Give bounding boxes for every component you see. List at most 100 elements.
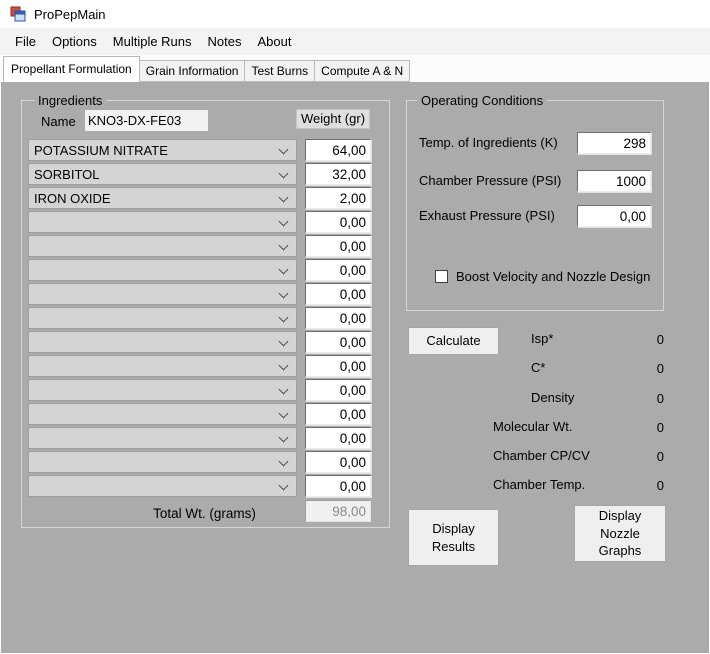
ingredient-name: IRON OXIDE xyxy=(29,191,111,206)
operating-field-input[interactable] xyxy=(577,132,651,154)
ingredient-row: IRON OXIDE xyxy=(28,187,377,209)
result-row: Chamber CP/CV 0 xyxy=(408,448,664,468)
ingredient-combobox[interactable] xyxy=(28,259,297,281)
result-label: Molecular Wt. xyxy=(493,419,572,434)
chevron-down-icon xyxy=(279,482,287,490)
ingredient-row: SORBITOL xyxy=(28,163,377,185)
result-row: C* 0 xyxy=(408,360,664,380)
weight-input[interactable] xyxy=(305,139,371,161)
tab[interactable]: Grain Information xyxy=(139,60,246,82)
chevron-down-icon xyxy=(279,218,287,226)
ingredient-row xyxy=(28,403,377,425)
operating-conditions-groupbox: Operating Conditions Temp. of Ingredient… xyxy=(406,100,664,311)
operating-fields: Temp. of Ingredients (K) Chamber Pressur… xyxy=(419,132,651,227)
ingredient-row xyxy=(28,331,377,353)
chevron-down-icon xyxy=(279,410,287,418)
ingredient-row xyxy=(28,259,377,281)
result-label: Density xyxy=(531,390,574,405)
weight-input[interactable] xyxy=(305,259,371,281)
result-row: Chamber Temp. 0 xyxy=(408,477,664,497)
chevron-down-icon xyxy=(279,434,287,442)
weight-input[interactable] xyxy=(305,379,371,401)
result-value: 0 xyxy=(657,420,664,435)
chevron-down-icon xyxy=(279,290,287,298)
total-weight-value xyxy=(305,500,371,522)
result-value: 0 xyxy=(657,361,664,376)
tab-strip: Propellant Formulation Grain Information… xyxy=(0,55,710,82)
propellant-formulation-page: Ingredients Name Weight (gr) POTASSIUM N… xyxy=(1,82,709,653)
operating-field-row: Chamber Pressure (PSI) xyxy=(419,170,651,192)
ingredients-groupbox: Ingredients Name Weight (gr) POTASSIUM N… xyxy=(21,100,390,528)
ingredient-combobox[interactable] xyxy=(28,307,297,329)
ingredient-name: SORBITOL xyxy=(29,167,100,182)
result-label: Chamber Temp. xyxy=(493,477,585,492)
chevron-down-icon xyxy=(279,266,287,274)
chevron-down-icon xyxy=(279,314,287,322)
ingredient-row: POTASSIUM NITRATE xyxy=(28,139,377,161)
display-nozzle-graphs-button[interactable]: Display Nozzle Graphs xyxy=(574,505,666,562)
tab[interactable]: Test Burns xyxy=(244,60,315,82)
boost-velocity-checkbox[interactable] xyxy=(435,270,448,283)
ingredient-combobox[interactable]: IRON OXIDE xyxy=(28,187,297,209)
ingredient-combobox[interactable] xyxy=(28,475,297,497)
result-label: C* xyxy=(531,360,545,375)
results-panel: Isp* 0 C* 0 Density 0 Molecular Wt. 0 xyxy=(408,331,664,507)
weight-input[interactable] xyxy=(305,283,371,305)
weight-input[interactable] xyxy=(305,355,371,377)
ingredient-combobox[interactable]: POTASSIUM NITRATE xyxy=(28,139,297,161)
ingredient-combobox[interactable]: SORBITOL xyxy=(28,163,297,185)
chevron-down-icon xyxy=(279,242,287,250)
ingredient-combobox[interactable] xyxy=(28,235,297,257)
weight-input[interactable] xyxy=(305,163,371,185)
chevron-down-icon xyxy=(279,362,287,370)
ingredient-name: POTASSIUM NITRATE xyxy=(29,143,168,158)
ingredient-combobox[interactable] xyxy=(28,211,297,233)
ingredient-combobox[interactable] xyxy=(28,451,297,473)
window-title: ProPepMain xyxy=(34,7,106,22)
boost-velocity-checkbox-row[interactable]: Boost Velocity and Nozzle Design xyxy=(435,269,650,284)
menu-item[interactable]: Notes xyxy=(200,30,250,53)
ingredient-combobox[interactable] xyxy=(28,331,297,353)
operating-field-input[interactable] xyxy=(577,205,651,227)
ingredient-combobox[interactable] xyxy=(28,355,297,377)
operating-field-label: Temp. of Ingredients (K) xyxy=(419,135,558,150)
chevron-down-icon xyxy=(279,386,287,394)
weight-input[interactable] xyxy=(305,331,371,353)
weight-input[interactable] xyxy=(305,211,371,233)
menu-bar: File Options Multiple Runs Notes About xyxy=(0,28,710,55)
ingredient-combobox[interactable] xyxy=(28,283,297,305)
result-row: Molecular Wt. 0 xyxy=(408,419,664,439)
formulation-name-input[interactable] xyxy=(85,110,208,131)
result-value: 0 xyxy=(657,449,664,464)
weight-input[interactable] xyxy=(305,427,371,449)
menu-item[interactable]: File xyxy=(7,30,44,53)
weight-input[interactable] xyxy=(305,403,371,425)
weight-input[interactable] xyxy=(305,451,371,473)
ingredient-combobox[interactable] xyxy=(28,427,297,449)
tab[interactable]: Propellant Formulation xyxy=(3,56,140,82)
display-results-button[interactable]: Display Results xyxy=(408,509,499,566)
chevron-down-icon xyxy=(279,458,287,466)
total-weight-label: Total Wt. (grams) xyxy=(102,506,307,521)
chevron-down-icon xyxy=(279,146,287,154)
ingredient-combobox[interactable] xyxy=(28,379,297,401)
menu-item[interactable]: About xyxy=(250,30,300,53)
result-value: 0 xyxy=(657,391,664,406)
ingredient-row xyxy=(28,235,377,257)
weight-input[interactable] xyxy=(305,475,371,497)
name-label: Name xyxy=(41,114,76,129)
tab[interactable]: Compute A & N xyxy=(314,60,410,82)
weight-input[interactable] xyxy=(305,235,371,257)
ingredient-combobox[interactable] xyxy=(28,403,297,425)
menu-item[interactable]: Options xyxy=(44,30,105,53)
ingredient-rows: POTASSIUM NITRATE SORBITOL xyxy=(28,139,377,499)
weight-input[interactable] xyxy=(305,187,371,209)
operating-field-row: Exhaust Pressure (PSI) xyxy=(419,205,651,227)
ingredients-legend: Ingredients xyxy=(34,93,106,108)
operating-field-label: Exhaust Pressure (PSI) xyxy=(419,208,555,223)
ingredient-row xyxy=(28,283,377,305)
weight-input[interactable] xyxy=(305,307,371,329)
weight-column-header: Weight (gr) xyxy=(296,109,370,129)
operating-field-input[interactable] xyxy=(577,170,651,192)
menu-item[interactable]: Multiple Runs xyxy=(105,30,200,53)
